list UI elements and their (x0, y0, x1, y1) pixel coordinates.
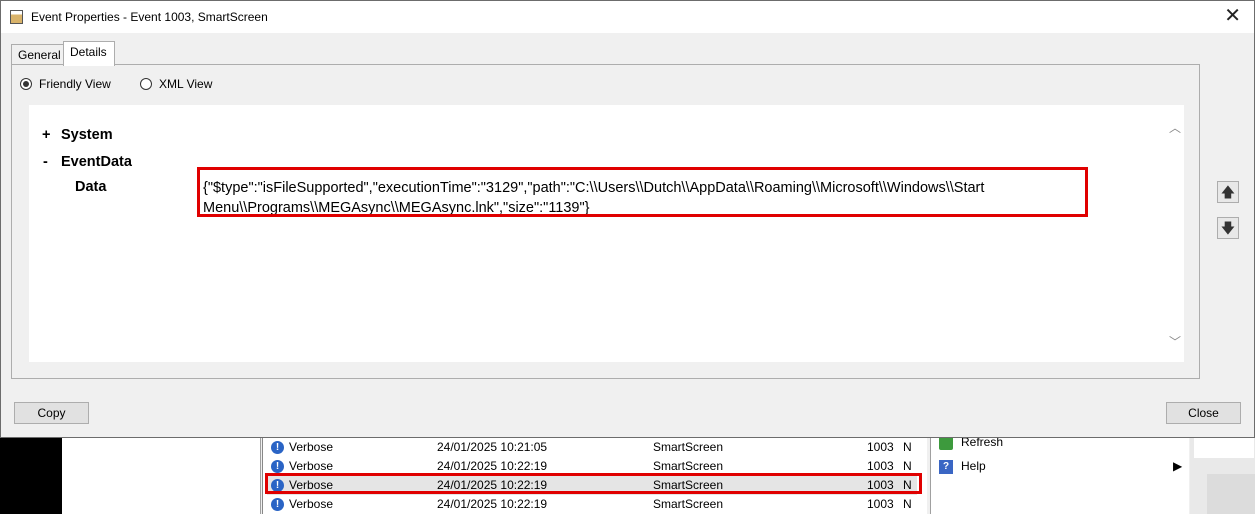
friendly-view-label: Friendly View (39, 77, 111, 91)
xml-view-label: XML View (159, 77, 213, 91)
copy-button-label: Copy (37, 406, 66, 420)
next-event-button[interactable]: 🡇 (1217, 217, 1239, 239)
arrow-down-icon: 🡇 (1220, 220, 1236, 236)
event-row[interactable]: ! Verbose 24/01/2025 10:21:05 SmartScree… (267, 438, 917, 457)
vertical-scrollbar[interactable]: ︿ ﹀ (1166, 105, 1184, 362)
event-source: SmartScreen (653, 497, 724, 511)
console-tree-pane (62, 430, 261, 514)
event-datetime: 24/01/2025 10:21:05 (437, 440, 548, 454)
previous-event-button[interactable]: 🡅 (1217, 181, 1239, 203)
chevron-up-icon[interactable]: ︿ (1168, 119, 1182, 135)
details-panel: Friendly View XML View + System - EventD… (11, 64, 1200, 379)
tab-general-label: General (18, 48, 61, 62)
action-help[interactable]: ? Help ▶ (939, 456, 1182, 476)
close-button[interactable]: Close (1166, 402, 1241, 424)
highlight-box-event-row (265, 473, 922, 494)
event-task: N (903, 497, 912, 511)
system-node-label: System (61, 127, 113, 143)
system-expand-toggle[interactable]: + (42, 127, 50, 143)
tab-details[interactable]: Details (63, 41, 115, 66)
window-title: Event Properties - Event 1003, SmartScre… (31, 10, 268, 24)
xml-view-radio[interactable] (140, 78, 152, 90)
event-level: Verbose (289, 497, 334, 511)
event-row[interactable]: ! Verbose 24/01/2025 10:22:19 SmartScree… (267, 495, 917, 514)
background-left-pane (0, 430, 62, 514)
eventdata-node-label: EventData (61, 154, 132, 170)
event-list: ! Verbose 24/01/2025 10:21:05 SmartScree… (262, 430, 927, 514)
actions-pane: Refresh ? Help ▶ (930, 430, 1189, 514)
close-window-button[interactable]: ✕ (1224, 5, 1241, 27)
info-icon: ! (271, 441, 284, 454)
chevron-down-icon[interactable]: ﹀ (1168, 333, 1182, 349)
eventdata-collapse-toggle[interactable]: - (43, 154, 48, 170)
friendly-view-content: + System - EventData Data {"$type":"isFi… (29, 105, 1184, 362)
event-task: N (903, 440, 912, 454)
data-field-label: Data (75, 179, 107, 195)
right-edge-block (1207, 474, 1255, 514)
friendly-view-radio[interactable] (20, 78, 32, 90)
highlight-box-data-value (197, 167, 1088, 217)
copy-button[interactable]: Copy (14, 402, 89, 424)
title-bar: Event Properties - Event 1003, SmartScre… (1, 1, 1254, 33)
action-label: Help (961, 459, 986, 473)
event-source: SmartScreen (653, 440, 724, 454)
tab-details-label: Details (70, 45, 107, 59)
tab-general[interactable]: General (11, 44, 71, 65)
arrow-up-icon: 🡅 (1220, 184, 1236, 200)
event-viewer-background: ! Verbose 24/01/2025 10:21:05 SmartScree… (0, 430, 1255, 514)
event-datetime: 24/01/2025 10:22:19 (437, 497, 548, 511)
close-button-label: Close (1188, 406, 1219, 420)
event-properties-dialog: Event Properties - Event 1003, SmartScre… (0, 0, 1255, 438)
event-id: 1003 (867, 497, 894, 511)
event-id: 1003 (867, 440, 894, 454)
info-icon: ! (271, 460, 284, 473)
info-icon: ! (271, 498, 284, 511)
submenu-arrow-icon: ▶ (1173, 459, 1183, 473)
help-icon: ? (939, 459, 953, 474)
event-level: Verbose (289, 440, 334, 454)
right-edge-pane (1190, 430, 1255, 514)
event-viewer-app-icon (10, 10, 23, 24)
